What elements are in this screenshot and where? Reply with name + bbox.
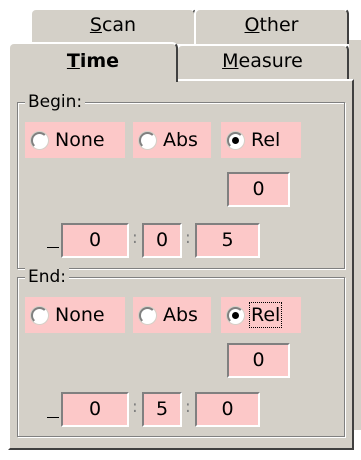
begin-hours-field[interactable]: 0 [61,223,129,258]
time-tab-panel: Begin: None Abs Rel 0 0 : 0 : 5 End: Non… [8,79,354,450]
begin-separator: : [132,228,138,248]
begin-radio-rel[interactable]: Rel [221,122,301,158]
begin-radio-none-label: None [55,129,105,151]
begin-minutes-field[interactable]: 0 [142,223,182,258]
end-single-value[interactable]: 0 [227,343,290,378]
end-group: End: None Abs Rel 0 0 : 5 : 0 [17,267,345,437]
begin-seconds-field[interactable]: 5 [195,223,260,258]
begin-separator: : [185,228,191,248]
radio-icon [31,306,48,324]
begin-legend: Begin: [25,92,86,112]
radio-checked-icon [227,306,244,324]
end-radio-none[interactable]: None [25,297,125,333]
end-underscore [47,417,59,418]
radio-checked-icon [227,131,244,149]
radio-icon [139,306,156,324]
end-radio-abs-label: Abs [163,304,198,326]
end-radio-abs[interactable]: Abs [133,297,211,333]
tab-scan-label: Scan [89,14,137,36]
end-separator: : [132,397,138,417]
end-separator: : [185,397,191,417]
end-minutes-field[interactable]: 5 [142,392,182,427]
begin-radio-abs-label: Abs [163,129,198,151]
radio-icon [139,131,156,149]
begin-single-value[interactable]: 0 [227,172,290,207]
end-legend: End: [25,267,70,287]
tab-measure-label: Measure [222,50,303,72]
end-radio-rel-label: Rel [248,302,283,328]
tab-scan[interactable]: Scan [30,8,196,44]
begin-radio-rel-label: Rel [251,129,281,151]
begin-radio-abs[interactable]: Abs [133,122,211,158]
tab-other[interactable]: Other [194,8,349,44]
tab-measure[interactable]: Measure [176,44,349,79]
end-hours-field[interactable]: 0 [61,392,129,427]
begin-group: Begin: None Abs Rel 0 0 : 0 : 5 [17,92,345,269]
end-radio-rel[interactable]: Rel [221,297,301,333]
begin-underscore [47,247,59,248]
tab-time-label: Time [66,50,120,72]
radio-icon [31,131,48,149]
begin-radio-none[interactable]: None [25,122,125,158]
tab-other-label: Other [244,14,299,36]
end-seconds-field[interactable]: 0 [195,392,260,427]
tab-time[interactable]: Time [8,42,178,82]
end-radio-none-label: None [55,304,105,326]
